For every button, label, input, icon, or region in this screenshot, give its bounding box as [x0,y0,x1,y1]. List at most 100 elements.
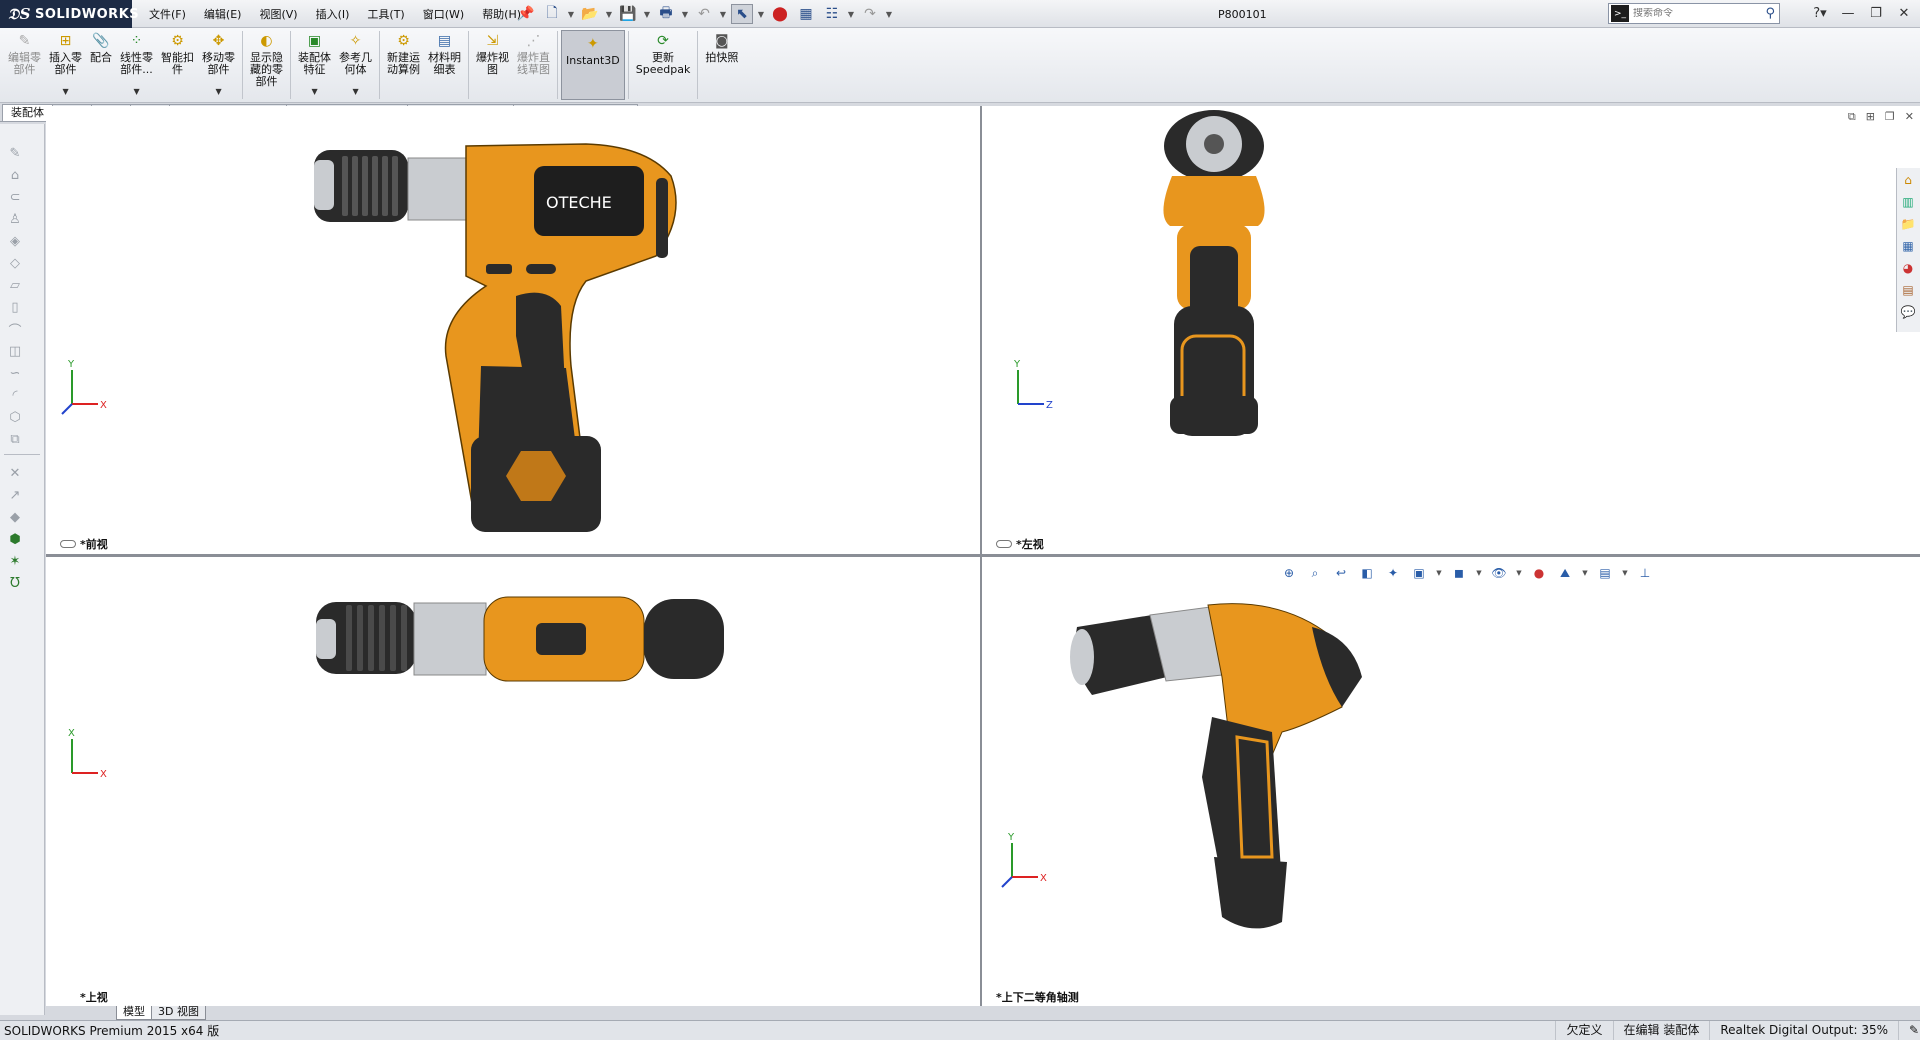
new-document-icon[interactable]: 🗋 [541,4,563,24]
shell-icon[interactable]: ⬡ [6,408,24,426]
close-icon[interactable]: ✕ [1905,110,1914,124]
chevron-down-icon[interactable]: ▼ [1516,564,1522,582]
assembly-feature-button[interactable]: ▣ 装配体 特征 ▼ [294,28,335,102]
chevron-down-icon[interactable]: ▼ [1476,564,1482,582]
menu-view[interactable]: 视图(V) [250,6,306,22]
explode-line-button[interactable]: ⋰ 爆炸直 线草图 [513,28,554,102]
redo-icon[interactable]: ↷ [859,4,881,24]
fillet-icon[interactable]: ◜ [6,386,24,404]
sweep-icon[interactable]: ∽ [6,364,24,382]
chevron-down-icon[interactable]: ▼ [885,4,893,24]
chevron-down-icon[interactable]: ▼ [643,4,651,24]
viewport-isometric[interactable]: YX *上下二等角轴测 [982,557,1920,1007]
curve-icon[interactable]: Ʊ [6,574,24,592]
plane-icon[interactable]: ◇ [6,254,24,272]
smart-fastener-button[interactable]: ⚙ 智能扣 件 [157,28,198,102]
chevron-down-icon[interactable]: ▼ [1436,564,1442,582]
solidworks-logo[interactable]: 𝔇S SOLIDWORKS [0,0,139,28]
view-orientation-icon[interactable]: ▣ [1410,564,1428,582]
snapshot-button[interactable]: ◙ 拍快照 [701,28,742,102]
menu-window[interactable]: 窗口(W) [414,6,473,22]
edit-component-icon[interactable]: ✎ [6,144,24,162]
save-icon[interactable]: 💾 [617,4,639,24]
chevron-down-icon[interactable]: ▼ [1582,564,1588,582]
rebuild-status-icon[interactable]: ✎ [1898,1020,1920,1040]
tile-icon[interactable]: ⧉ [1848,110,1856,124]
speedpak-button[interactable]: ⟳ 更新 Speedpak [632,28,695,102]
search-commands-box[interactable]: >_ ⚲ [1608,3,1780,24]
chevron-down-icon[interactable]: ▼ [1622,564,1628,582]
close-button[interactable]: ✕ [1892,3,1916,23]
design-library-icon[interactable]: ▥ [1898,192,1918,212]
view-palette-icon[interactable]: ▦ [1898,236,1918,256]
mate-button[interactable]: 📎 配合 [86,28,116,102]
extrude-icon[interactable]: ▯ [6,298,24,316]
mate-icon[interactable]: ⊂ [6,188,24,206]
search-icon[interactable]: ⚲ [1765,6,1775,21]
apply-scene-icon[interactable]: ⛰ [1556,564,1574,582]
file-properties-icon[interactable]: ▦ [795,4,817,24]
chevron-down-icon[interactable]: ▼ [567,4,575,24]
menu-insert[interactable]: 插入(I) [307,6,359,22]
tab-3d-views[interactable]: 3D 视图 [151,1006,206,1020]
dynamic-annotation-icon[interactable]: ✦ [1384,564,1402,582]
display-style-icon[interactable]: ◼ [1450,564,1468,582]
chevron-down-icon[interactable]: ▼ [847,4,855,24]
instant3d-icon[interactable]: ✶ [6,552,24,570]
tab-model[interactable]: 模型 [116,1006,152,1020]
section-view-icon[interactable]: ◧ [1358,564,1376,582]
bom-button[interactable]: ▤ 材料明 细表 [424,28,465,102]
appearances-icon[interactable]: ◕ [1898,258,1918,278]
search-input[interactable] [1633,8,1753,19]
smart-component-icon[interactable]: ⬢ [6,530,24,548]
zoom-to-fit-icon[interactable]: ⊕ [1280,564,1298,582]
chevron-down-icon[interactable]: ▼ [719,4,727,24]
view-settings-icon[interactable]: ▤ [1596,564,1614,582]
menu-edit[interactable]: 编辑(E) [195,6,251,22]
select-cursor-icon[interactable]: ⬉ [731,4,753,24]
feature-icon[interactable]: ◈ [6,232,24,250]
help-icon[interactable]: ?▾ [1808,3,1832,23]
previous-view-icon[interactable]: ↩ [1332,564,1350,582]
chevron-down-icon[interactable]: ▼ [353,86,359,98]
motion-study-button[interactable]: ⚙ 新建运 动算例 [383,28,424,102]
instant3d-button[interactable]: ✦ Instant3D [561,30,625,100]
chevron-down-icon[interactable]: ▼ [757,4,765,24]
minimize-button[interactable]: — [1836,3,1860,23]
insert-component-button[interactable]: ⊞ 插入零 部件 ▼ [45,28,86,102]
hide-show-items-icon[interactable]: 👁 [1490,564,1508,582]
chevron-down-icon[interactable]: ▼ [681,4,689,24]
chevron-down-icon[interactable]: ▼ [216,86,222,98]
chevron-down-icon[interactable]: ▼ [134,86,140,98]
triad-display-icon[interactable]: ⊥ [1636,564,1654,582]
sketch-icon[interactable]: ▱ [6,276,24,294]
edit-component-button[interactable]: ✎ 编辑零 部件 [4,28,45,102]
part-icon[interactable]: ♙ [6,210,24,228]
home-icon[interactable]: ⌂ [1898,170,1918,190]
viewport-top[interactable]: XX *上视 [46,557,980,1007]
print-icon[interactable]: 🖶 [655,4,677,24]
chevron-down-icon[interactable]: ▼ [63,86,69,98]
pin-icon[interactable]: 📌 [515,4,537,24]
exploded-view-button[interactable]: ⇲ 爆炸视 图 [472,28,513,102]
undo-icon[interactable]: ↶ [693,4,715,24]
reference-geometry-button[interactable]: ✧ 参考几 何体 ▼ [335,28,376,102]
rebuild-traffic-light-icon[interactable]: ⬤ [769,4,791,24]
assembly-icon[interactable]: ⌂ [6,166,24,184]
restore-icon[interactable]: ❐ [1885,110,1895,124]
chevron-down-icon[interactable]: ▼ [605,4,613,24]
show-hidden-button[interactable]: ◐ 显示隐 藏的零 部件 [246,28,287,102]
revolve-icon[interactable]: ⌒ [6,320,24,339]
axis-icon[interactable]: ↗ [6,486,24,504]
restore-button[interactable]: ❐ [1864,3,1888,23]
reference-icon[interactable]: ✕ [6,464,24,482]
file-explorer-icon[interactable]: 📁 [1898,214,1918,234]
menu-file[interactable]: 文件(F) [140,6,195,22]
viewport-left[interactable]: YZ ⧉ ⊞ ❐ ✕ *左视 [982,106,1920,554]
options-icon[interactable]: ☷ [821,4,843,24]
edit-appearance-icon[interactable]: ● [1530,564,1548,582]
forum-icon[interactable]: 💬 [1898,302,1918,322]
custom-properties-icon[interactable]: ▤ [1898,280,1918,300]
horizontal-splitter[interactable] [46,554,1920,557]
viewport-front[interactable]: OTECHE Y X *前视 [46,106,980,554]
